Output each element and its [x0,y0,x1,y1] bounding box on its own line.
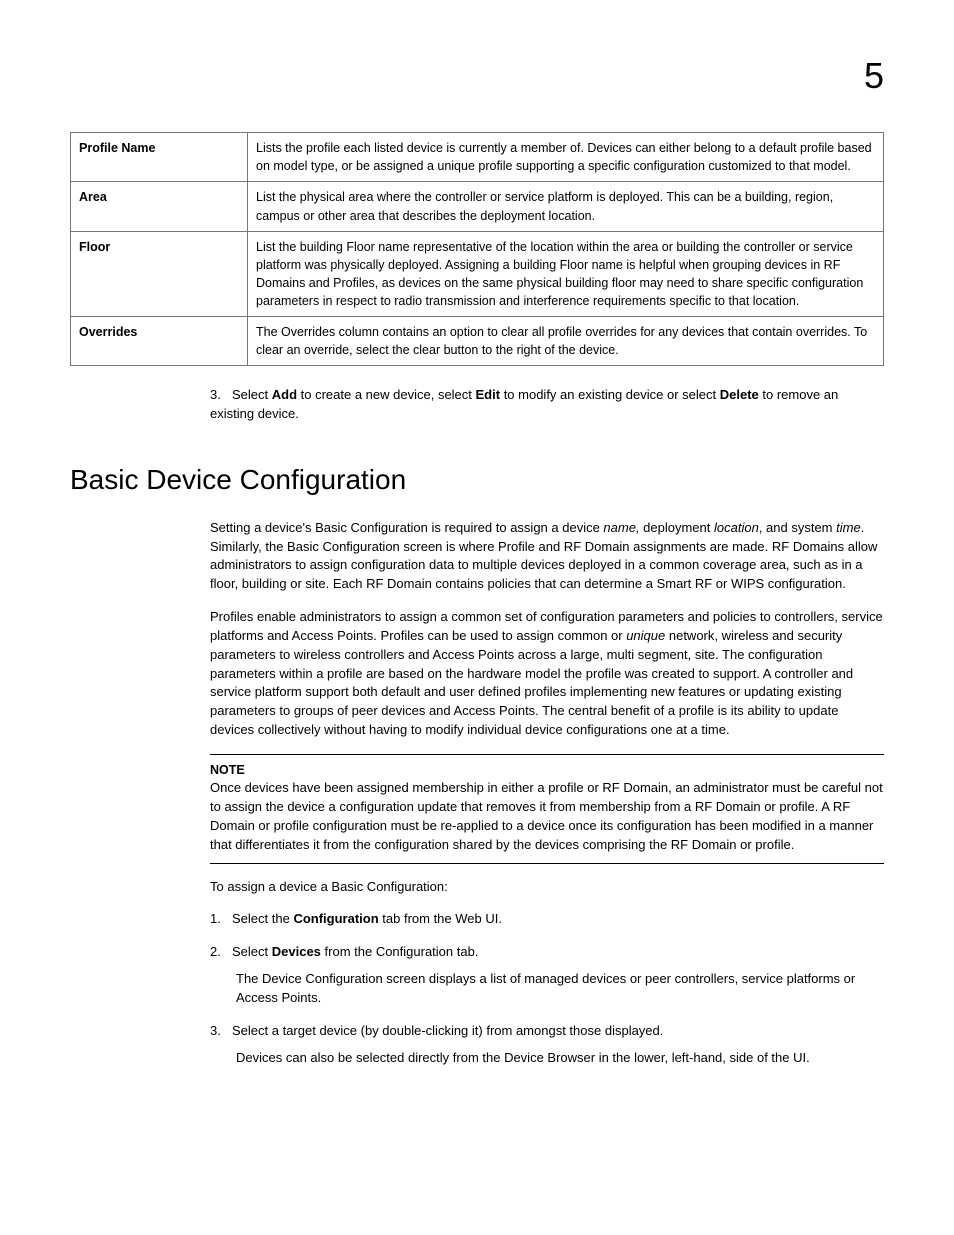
table-row: Area List the physical area where the co… [71,182,884,231]
step-2: 2.Select Devices from the Configuration … [210,943,884,1008]
bold: Configuration [293,911,378,926]
term-cell: Floor [71,231,248,317]
note-label: NOTE [210,761,884,779]
term-cell: Profile Name [71,133,248,182]
italic: unique [626,628,665,643]
paragraph: To assign a device a Basic Configuration… [210,878,884,897]
body-content: Setting a device's Basic Configuration i… [210,519,884,1068]
bold: Delete [720,387,759,402]
text: network, wireless and security parameter… [210,628,853,737]
table-row: Overrides The Overrides column contains … [71,317,884,366]
table-row: Floor List the building Floor name repre… [71,231,884,317]
step-3-top: 3.Select Add to create a new device, sel… [210,386,884,424]
bold: Devices [272,944,321,959]
def-cell: List the building Floor name representat… [248,231,884,317]
text: to create a new device, select [297,387,475,402]
bold: Edit [476,387,501,402]
text: , and system [759,520,836,535]
text: Select a target device (by double-clicki… [232,1023,663,1038]
italic: name, [603,520,639,535]
text: from the Configuration tab. [321,944,479,959]
text: to modify an existing device or select [500,387,720,402]
step-num: 3. [210,1022,232,1041]
bold: Add [272,387,297,402]
term-cell: Overrides [71,317,248,366]
term-cell: Area [71,182,248,231]
def-cell: Lists the profile each listed device is … [248,133,884,182]
step-3: 3.Select a target device (by double-clic… [210,1022,884,1068]
text: Setting a device's Basic Configuration i… [210,520,603,535]
italic: time [836,520,861,535]
text: tab from the Web UI. [379,911,502,926]
definition-table: Profile Name Lists the profile each list… [70,132,884,366]
step-num: 1. [210,910,232,929]
table-row: Profile Name Lists the profile each list… [71,133,884,182]
italic: location [714,520,759,535]
note-body: Once devices have been assigned membersh… [210,779,884,854]
text: deployment [640,520,714,535]
text: Select [232,387,272,402]
step-num: 3. [210,386,232,405]
step-num: 2. [210,943,232,962]
section-title: Basic Device Configuration [70,460,884,501]
step-sub: Devices can also be selected directly fr… [236,1049,884,1068]
def-cell: List the physical area where the control… [248,182,884,231]
step-1: 1.Select the Configuration tab from the … [210,910,884,929]
text: Select [232,944,272,959]
note-block: NOTE Once devices have been assigned mem… [210,754,884,864]
def-cell: The Overrides column contains an option … [248,317,884,366]
text: Select the [232,911,293,926]
paragraph: Setting a device's Basic Configuration i… [210,519,884,594]
step-sub: The Device Configuration screen displays… [236,970,884,1008]
body-content: 3.Select Add to create a new device, sel… [210,386,884,424]
chapter-number: 5 [70,50,884,102]
paragraph: Profiles enable administrators to assign… [210,608,884,740]
